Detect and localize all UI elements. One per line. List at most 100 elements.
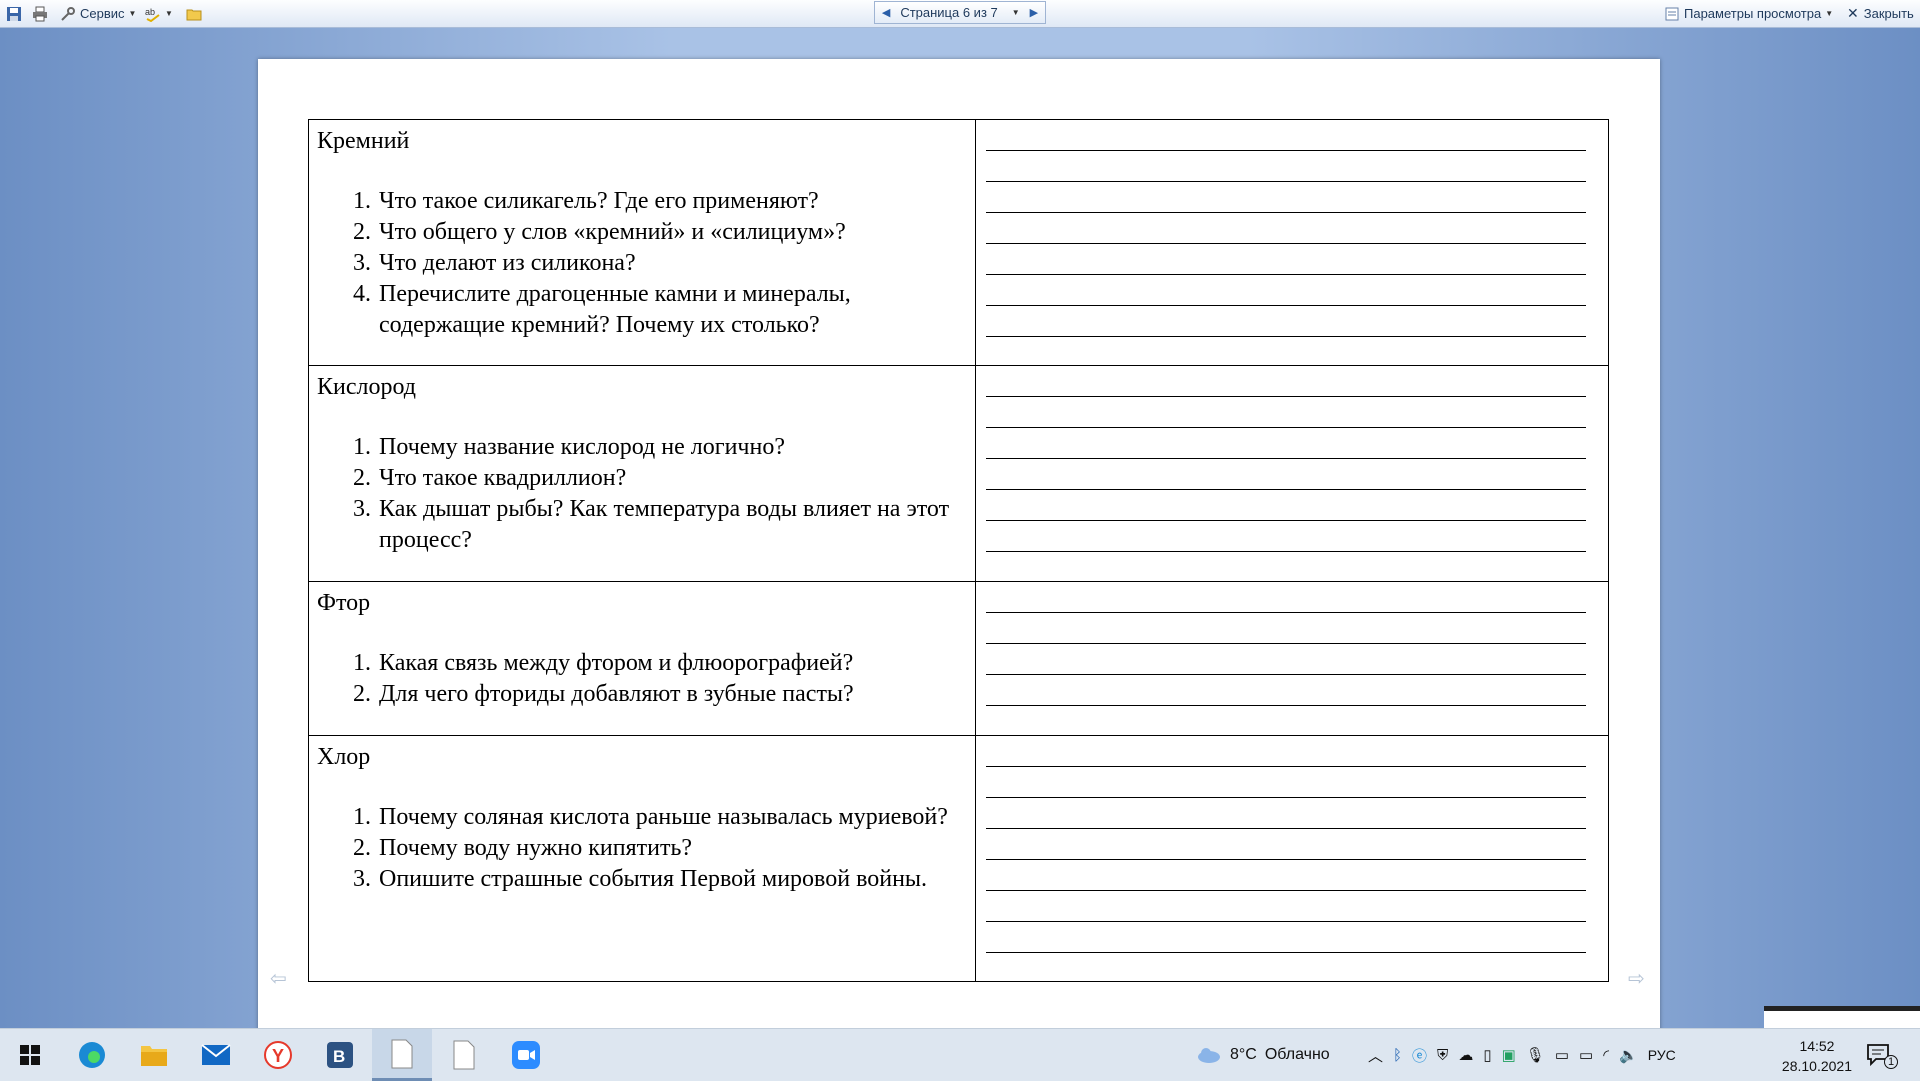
answer-line[interactable] bbox=[986, 428, 1586, 459]
view-options-menu[interactable]: Параметры просмотра ▼ bbox=[1664, 3, 1833, 24]
answer-line[interactable] bbox=[986, 736, 1586, 767]
yandex-browser-icon: Y bbox=[264, 1041, 292, 1069]
questions-cell: Кремний Что такое силикагель? Где его при… bbox=[308, 119, 976, 366]
page-indicator[interactable]: Страница 6 из 7 bbox=[900, 5, 997, 20]
page-navigator: ◀ Страница 6 из 7 ▼ ▶ bbox=[874, 1, 1046, 24]
next-page-arrow-icon[interactable]: ⇨ bbox=[1628, 966, 1650, 990]
clock[interactable]: 14:52 28.10.2021 bbox=[1782, 1036, 1852, 1076]
mail-icon bbox=[201, 1044, 231, 1065]
notifications-button[interactable]: 1 bbox=[1866, 1029, 1899, 1081]
section-row: Кислород Почему название кислород не логи… bbox=[308, 365, 1609, 582]
bluetooth-icon[interactable]: ᛒ bbox=[1393, 1047, 1402, 1064]
question-item: Опишите страшные события Первой мировой … bbox=[377, 864, 967, 895]
cloud-offline-icon[interactable]: ☁ bbox=[1458, 1046, 1473, 1064]
next-page-icon[interactable]: ▶ bbox=[1030, 6, 1038, 19]
wifi-icon[interactable]: ◜ bbox=[1603, 1046, 1609, 1064]
previous-page-arrow-icon[interactable]: ⇦ bbox=[270, 966, 292, 990]
svg-text:Y: Y bbox=[272, 1046, 284, 1066]
answer-line[interactable] bbox=[986, 213, 1586, 244]
windows-logo-icon bbox=[20, 1045, 40, 1065]
taskbar-edge[interactable] bbox=[62, 1029, 122, 1081]
answer-line[interactable] bbox=[986, 459, 1586, 490]
answer-cell bbox=[975, 365, 1609, 582]
answer-line[interactable] bbox=[986, 306, 1586, 337]
answer-line[interactable] bbox=[986, 151, 1586, 182]
section-row: Кремний Что такое силикагель? Где его при… bbox=[308, 119, 1609, 366]
answer-cell bbox=[975, 119, 1609, 366]
answer-line[interactable] bbox=[986, 613, 1586, 644]
notification-preview bbox=[1764, 1006, 1920, 1028]
answer-line[interactable] bbox=[986, 275, 1586, 306]
close-label: Закрыть bbox=[1863, 6, 1914, 21]
weather-widget[interactable]: 8°C Облачно bbox=[1196, 1029, 1330, 1081]
question-list: Что такое силикагель? Где его применяют?… bbox=[317, 186, 967, 341]
question-item: Почему воду нужно кипятить? bbox=[377, 833, 967, 864]
question-list: Какая связь между фтором и флюорографией… bbox=[317, 648, 967, 710]
question-item: Как дышат рыбы? Как температура воды вли… bbox=[377, 494, 967, 556]
taskbar-document-active[interactable] bbox=[372, 1029, 432, 1081]
volume-icon[interactable]: 🔈 bbox=[1619, 1046, 1638, 1064]
service-menu[interactable]: Сервис ▼ bbox=[60, 3, 136, 24]
answer-lines bbox=[976, 120, 1608, 337]
taskbar-zoom[interactable] bbox=[496, 1029, 556, 1081]
taskbar-document[interactable] bbox=[434, 1029, 494, 1081]
answer-line[interactable] bbox=[986, 521, 1586, 552]
svg-text:B: B bbox=[333, 1047, 345, 1066]
weather-temperature: 8°C bbox=[1230, 1046, 1257, 1063]
taskbar-explorer[interactable] bbox=[124, 1029, 184, 1081]
answer-line[interactable] bbox=[986, 244, 1586, 275]
answer-line[interactable] bbox=[986, 891, 1586, 922]
answer-line[interactable] bbox=[986, 182, 1586, 213]
answer-line[interactable] bbox=[986, 829, 1586, 860]
taskbar-mail[interactable] bbox=[186, 1029, 246, 1081]
answer-line[interactable] bbox=[986, 767, 1586, 798]
answer-line[interactable] bbox=[986, 798, 1586, 829]
previous-page-icon[interactable]: ◀ bbox=[882, 6, 890, 19]
app-tray-icon[interactable]: ▣ bbox=[1502, 1046, 1516, 1064]
answer-line[interactable] bbox=[986, 397, 1586, 428]
tools-icon bbox=[61, 6, 75, 21]
save-button[interactable] bbox=[6, 3, 22, 24]
section-title: Кислород bbox=[317, 374, 416, 400]
print-button[interactable] bbox=[32, 3, 48, 24]
worksheet-table: Кремний Что такое силикагель? Где его при… bbox=[308, 119, 1609, 982]
chevron-up-icon[interactable]: ︿ bbox=[1368, 1045, 1383, 1066]
edge-tray-icon[interactable]: ⓔ bbox=[1412, 1045, 1427, 1066]
usb-icon[interactable]: ▯ bbox=[1483, 1046, 1491, 1064]
battery-icon[interactable]: ▭ bbox=[1579, 1046, 1593, 1064]
clock-time: 14:52 bbox=[1799, 1038, 1835, 1054]
close-button[interactable]: ✕ Закрыть bbox=[1847, 3, 1914, 24]
chevron-down-icon[interactable]: ▼ bbox=[1012, 8, 1020, 17]
answer-line[interactable] bbox=[986, 120, 1586, 151]
section-title: Кремний bbox=[317, 128, 410, 154]
language-indicator[interactable]: РУС bbox=[1648, 1047, 1676, 1063]
answer-line[interactable] bbox=[986, 860, 1586, 891]
open-folder-button[interactable] bbox=[186, 3, 202, 24]
microphone-icon[interactable]: 🎙 bbox=[1526, 1046, 1545, 1064]
file-explorer-icon bbox=[141, 1046, 167, 1066]
start-button[interactable] bbox=[0, 1029, 60, 1081]
section-title: Фтор bbox=[317, 590, 371, 616]
answer-line[interactable] bbox=[986, 582, 1586, 613]
folder-icon bbox=[186, 9, 202, 20]
answer-line[interactable] bbox=[986, 490, 1586, 521]
service-label: Сервис bbox=[80, 6, 125, 21]
spelling-button[interactable]: ab ▼ bbox=[145, 3, 173, 24]
answer-line[interactable] bbox=[986, 644, 1586, 675]
answer-line[interactable] bbox=[986, 675, 1586, 706]
view-options-label: Параметры просмотра bbox=[1684, 6, 1822, 21]
answer-line[interactable] bbox=[986, 922, 1586, 953]
shield-icon[interactable]: ⛨ bbox=[1437, 1047, 1448, 1064]
answer-line[interactable] bbox=[986, 366, 1586, 397]
edge-icon bbox=[79, 1042, 105, 1068]
taskbar-vk[interactable]: B bbox=[310, 1029, 370, 1081]
svg-text:ab: ab bbox=[145, 7, 155, 17]
taskbar-yandex[interactable]: Y bbox=[248, 1029, 308, 1081]
display-icon[interactable]: ▭ bbox=[1555, 1046, 1569, 1064]
questions-cell: Фтор Какая связь между фтором и флюорогра… bbox=[308, 581, 976, 736]
question-item: Какая связь между фтором и флюорографией… bbox=[377, 648, 967, 679]
vk-icon: B bbox=[327, 1042, 353, 1068]
question-item: Перечислите драгоценные камни и минералы… bbox=[377, 279, 967, 341]
answer-lines bbox=[976, 582, 1608, 706]
section-title: Хлор bbox=[317, 744, 371, 770]
